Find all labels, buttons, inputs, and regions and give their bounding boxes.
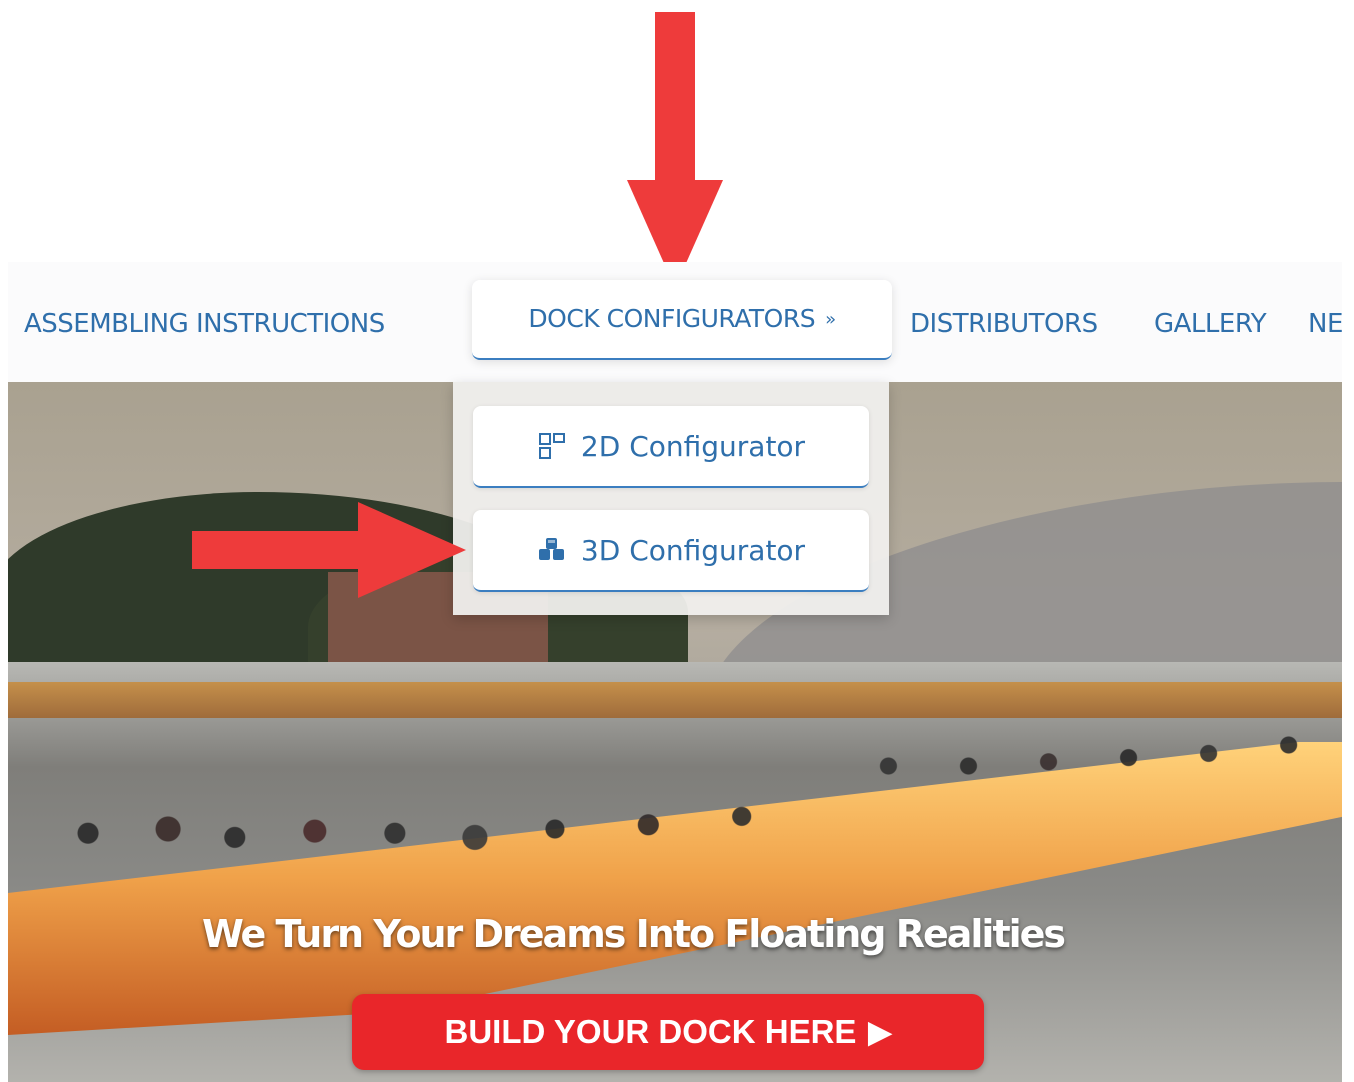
nav-item-news-partial[interactable]: NE (1308, 306, 1343, 342)
nav-item-dock-configurators[interactable]: DOCK CONFIGURATORS » (472, 280, 892, 360)
menu-item-3d-configurator[interactable]: 3D Configurator (473, 510, 869, 592)
play-icon: ▶ (868, 1015, 892, 1049)
build-your-dock-label: BUILD YOUR DOCK HERE (444, 1013, 857, 1050)
arrow-right-shaft (192, 531, 372, 569)
nav-item-dock-configurators-label: DOCK CONFIGURATORS (528, 304, 816, 333)
arrow-right-icon (358, 502, 466, 598)
menu-item-3d-configurator-label: 3D Configurator (580, 533, 806, 567)
menu-item-2d-configurator[interactable]: 2D Configurator (473, 406, 869, 488)
nav-item-distributors[interactable]: DISTRIBUTORS (910, 306, 1098, 342)
menu-item-2d-configurator-label: 2D Configurator (580, 429, 806, 463)
main-nav: ASSEMBLING INSTRUCTIONS DOCK CONFIGURATO… (8, 262, 1343, 382)
double-chevron-down-icon: » (825, 309, 836, 330)
hero-crowd (8, 682, 1342, 892)
nav-item-gallery[interactable]: GALLERY (1154, 306, 1267, 342)
grid-layout-icon (537, 431, 567, 461)
nav-item-assembling-instructions[interactable]: ASSEMBLING INSTRUCTIONS (24, 306, 385, 342)
cubes-icon (537, 535, 567, 565)
build-your-dock-button[interactable]: BUILD YOUR DOCK HERE ▶ (352, 994, 984, 1070)
dock-configurators-dropdown: 2D Configurator 3D Configurator (453, 382, 889, 615)
hero-title: We Turn Your Dreams Into Floating Realit… (201, 912, 1066, 956)
arrow-down-shaft (655, 12, 695, 184)
